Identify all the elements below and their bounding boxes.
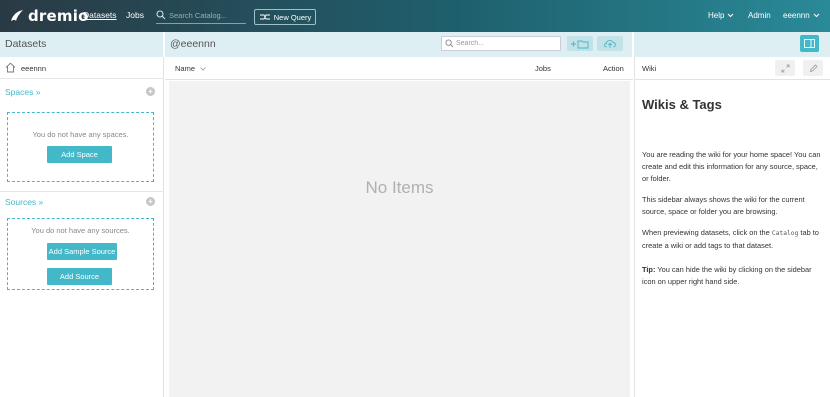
home-icon [5,62,16,73]
space-header: @eeennn [165,32,633,57]
expand-icon [781,64,789,72]
tip-text: You can hide the wiki by clicking on the… [642,265,812,286]
wiki-header-bar [634,32,830,57]
new-query-icon [259,14,270,20]
table-header: Name Jobs Action [165,57,633,80]
nav-jobs-link[interactable]: Jobs [126,10,144,20]
sidebar-panel-icon [804,39,815,48]
name-column-label: Name [175,64,196,73]
left-sidebar: eeennn Spaces » + You do not have any sp… [0,57,164,397]
wiki-tip: Tip: You can hide the wiki by clicking o… [642,264,825,288]
sort-chevron-icon [200,67,206,71]
home-space-item[interactable]: eeennn [0,57,164,79]
jobs-column-header[interactable]: Jobs [535,64,551,73]
spaces-section-header: Spaces » + [0,82,164,102]
wiki-panel: Wiki Wikis & Tags You are reading the wi… [634,57,830,397]
catalog-search-input[interactable] [169,9,245,21]
add-folder-icon [571,40,589,48]
space-search [441,36,561,51]
chevron-down-icon [813,13,820,18]
sources-link[interactable]: Sources » [5,197,43,207]
home-space-label: eeennn [21,64,47,73]
user-name: eeennn [783,11,810,20]
new-query-label: New Query [273,12,312,22]
user-menu[interactable]: eeennn [783,11,820,20]
cloud-upload-icon [604,40,616,48]
dremio-logo-icon [11,10,23,21]
no-items-message: No Items [365,178,434,197]
brand-name: dremio [28,7,89,25]
spaces-empty-message: You do not have any spaces. [32,130,129,139]
edit-wiki-button[interactable] [803,60,823,76]
new-query-button[interactable]: New Query [254,9,316,25]
catalog-search [156,8,246,24]
sources-empty-message: You do not have any sources. [31,226,130,235]
wiki-title: Wikis & Tags [642,97,722,112]
wiki-text: When previewing datasets, click on the [642,228,772,237]
add-source-button[interactable]: Add Source [47,268,112,285]
action-column-header: Action [603,64,624,73]
wiki-panel-header: Wiki [635,57,830,80]
wiki-paragraph: This sidebar always shows the wiki for t… [642,195,805,216]
tip-label: Tip: [642,265,656,274]
add-space-plus-icon[interactable]: + [146,87,155,96]
help-menu[interactable]: Help [708,11,734,20]
add-space-button[interactable]: Add Space [47,146,112,163]
search-icon [445,39,454,48]
wiki-toggle-button[interactable] [800,35,819,52]
pencil-icon [809,63,818,72]
sources-empty-box: You do not have any sources. Add Sample … [7,218,154,290]
admin-label: Admin [748,11,771,20]
catalog-code-text: Catalog [771,230,799,237]
sources-section-header: Sources » + [0,191,164,211]
add-folder-button[interactable] [567,36,593,51]
spaces-link[interactable]: Spaces » [5,87,40,97]
top-navigation-bar: dremio Datasets Jobs New Query Help Admi… [0,0,830,32]
datasets-title: Datasets [5,38,47,50]
name-column-header[interactable]: Name [175,64,206,73]
space-title: @eeennn [170,38,216,50]
upload-file-button[interactable] [597,36,623,51]
spaces-empty-box: You do not have any spaces. Add Space [7,112,154,182]
wiki-paragraph: You are reading the wiki for your home s… [642,150,821,183]
admin-link[interactable]: Admin [748,11,771,20]
search-icon [156,10,166,20]
dataset-list-area: No Items [169,81,630,397]
wiki-paragraph: When previewing datasets, click on the C… [642,227,825,252]
add-source-plus-icon[interactable]: + [146,197,155,206]
space-search-input[interactable] [456,38,556,49]
help-label: Help [708,11,725,20]
chevron-down-icon [728,13,734,18]
expand-wiki-button[interactable] [775,60,795,76]
datasets-header: Datasets [0,32,164,57]
add-sample-source-button[interactable]: Add Sample Source [47,243,117,260]
wiki-label: Wiki [642,64,657,73]
dremio-logo[interactable]: dremio [9,6,89,26]
nav-datasets-link[interactable]: Datasets [83,10,117,20]
